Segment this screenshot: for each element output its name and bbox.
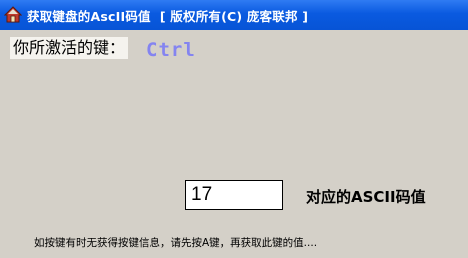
active-key-value: Ctrl: [146, 39, 196, 61]
active-key-label: 你所激活的键：: [10, 37, 129, 59]
hint-text: 如按键有时无获得按键信息，请先按A键，再获取此键的值....: [34, 237, 318, 249]
app-window: 获取键盘的AscII码值 [ 版权所有(C) 庞客联邦 ] 你所激活的键： Ct…: [0, 0, 468, 258]
title-bar[interactable]: 获取键盘的AscII码值 [ 版权所有(C) 庞客联邦 ]: [0, 0, 468, 30]
ascii-value-label: 对应的ASCII码值: [306, 188, 426, 206]
house-app-icon[interactable]: [4, 6, 22, 24]
ascii-value-field[interactable]: [185, 180, 283, 210]
client-area: 你所激活的键： Ctrl 对应的ASCII码值 如按键有时无获得按键信息，请先按…: [0, 30, 468, 258]
window-title: 获取键盘的AscII码值 [ 版权所有(C) 庞客联邦 ]: [27, 8, 309, 24]
